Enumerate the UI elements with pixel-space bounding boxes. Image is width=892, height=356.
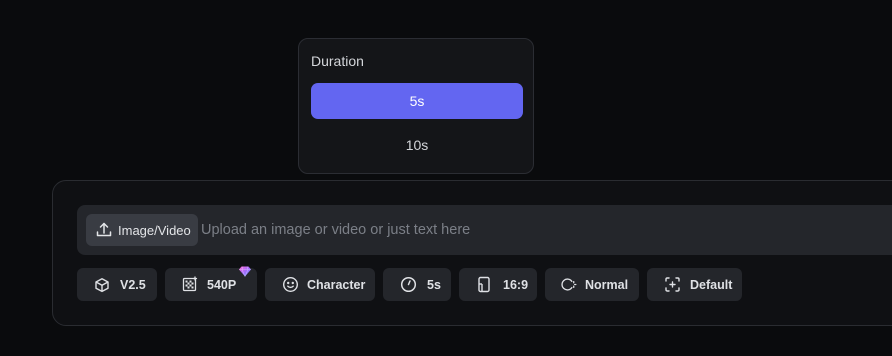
aspect-ratio-button[interactable]: 16:9 bbox=[459, 268, 537, 301]
duration-popover-title: Duration bbox=[311, 53, 364, 69]
upload-image-video-button[interactable]: Image/Video bbox=[86, 214, 198, 246]
motion-icon bbox=[560, 276, 578, 294]
resolution-button[interactable]: 540P bbox=[165, 266, 257, 301]
duration-option-5s[interactable]: 5s bbox=[311, 83, 523, 119]
gem-icon bbox=[239, 266, 251, 277]
resolution-label: 540P bbox=[207, 277, 237, 292]
phone-frame-icon bbox=[475, 276, 493, 294]
aspect-ratio-label: 16:9 bbox=[503, 277, 529, 292]
cube-icon bbox=[93, 276, 111, 294]
model-version-button[interactable]: V2.5 bbox=[77, 268, 157, 301]
duration-popover: Duration 5s 10s bbox=[298, 38, 534, 174]
prompt-bar: Image/Video bbox=[77, 205, 892, 255]
duration-label: 5s bbox=[427, 277, 441, 292]
upload-icon bbox=[94, 220, 114, 240]
camera-movement-button[interactable]: Default bbox=[647, 268, 742, 301]
composer-panel: Image/Video V2.5 bbox=[52, 180, 892, 326]
camera-target-icon bbox=[663, 276, 681, 294]
camera-movement-label: Default bbox=[690, 277, 733, 292]
resolution-icon bbox=[181, 276, 199, 294]
model-version-label: V2.5 bbox=[120, 277, 146, 292]
upload-button-label: Image/Video bbox=[118, 222, 191, 238]
character-label: Character bbox=[307, 277, 366, 292]
character-button[interactable]: Character bbox=[265, 268, 375, 301]
mode-button[interactable]: Normal bbox=[545, 268, 639, 301]
clock-icon bbox=[399, 276, 417, 294]
duration-option-10s[interactable]: 10s bbox=[311, 127, 523, 163]
prompt-input[interactable] bbox=[201, 218, 801, 242]
mode-label: Normal bbox=[585, 277, 629, 292]
smiley-icon bbox=[281, 276, 299, 294]
duration-button[interactable]: 5s bbox=[383, 268, 451, 301]
